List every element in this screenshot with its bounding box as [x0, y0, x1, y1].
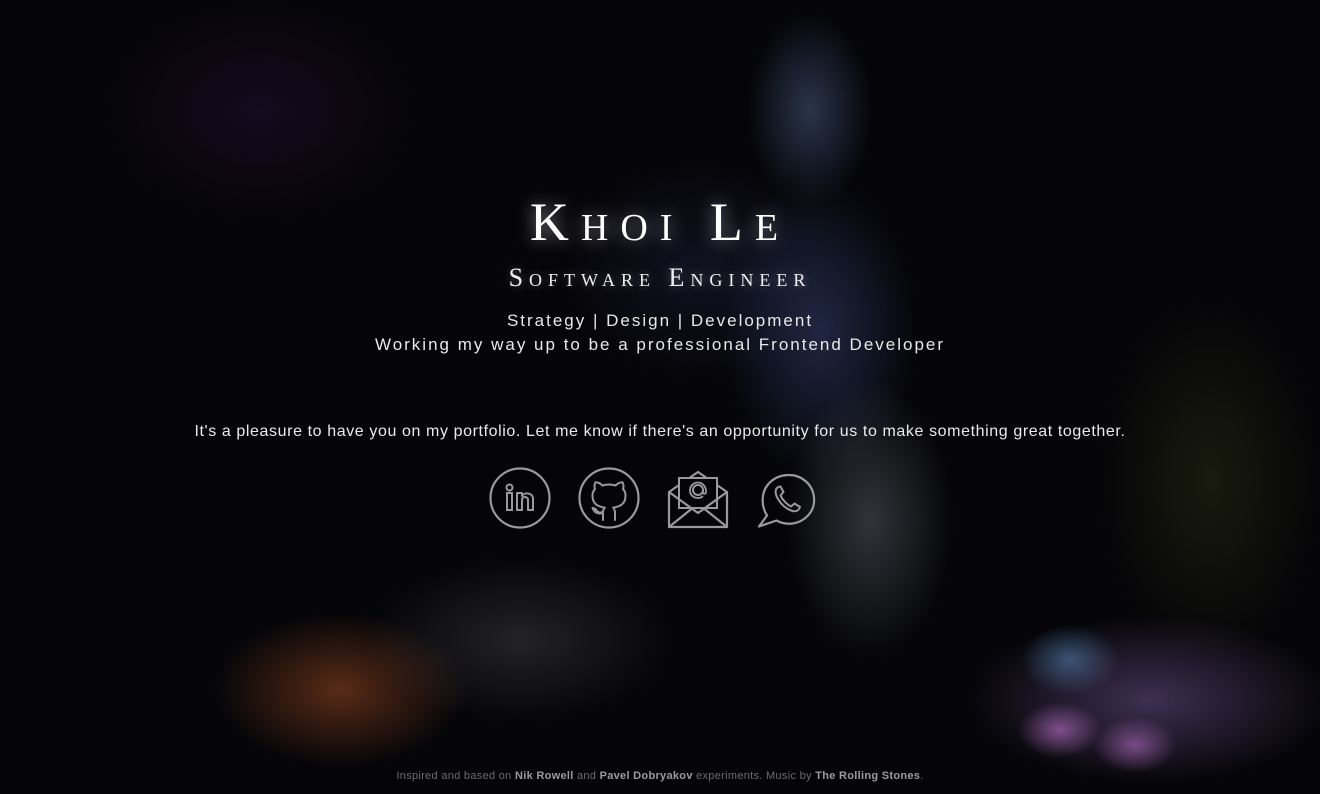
email-icon	[667, 470, 729, 529]
music-link-rolling-stones[interactable]: The Rolling Stones	[815, 770, 920, 782]
email-link[interactable]	[666, 466, 730, 530]
github-link[interactable]	[577, 466, 641, 530]
job-title: Software Engineer	[508, 263, 812, 292]
linkedin-link[interactable]	[488, 466, 552, 530]
linkedin-icon	[489, 467, 551, 529]
tagline: Working my way up to be a professional F…	[374, 335, 946, 354]
author-link-pavel-dobryakov[interactable]: Pavel Dobryakov	[600, 770, 693, 782]
whatsapp-link[interactable]	[755, 466, 819, 530]
skills-tags: Strategy | Design | Development	[506, 311, 814, 330]
whatsapp-icon	[757, 474, 816, 528]
github-icon	[578, 467, 640, 529]
page-title: Khoi Le	[529, 192, 791, 252]
footer-and: and	[576, 770, 597, 782]
footer-prefix: Inspired and based on	[396, 770, 512, 782]
footer-suffix: .	[920, 770, 924, 782]
footer-middle: experiments. Music by	[696, 770, 812, 782]
fluid-background	[0, 0, 1320, 794]
intro-text: It's a pleasure to have you on my portfo…	[194, 423, 1126, 440]
author-link-nik-rowell[interactable]: Nik Rowell	[515, 770, 574, 782]
footer-credits: Inspired and based on Nik Rowell and Pav…	[0, 770, 1320, 782]
social-links	[488, 466, 828, 532]
